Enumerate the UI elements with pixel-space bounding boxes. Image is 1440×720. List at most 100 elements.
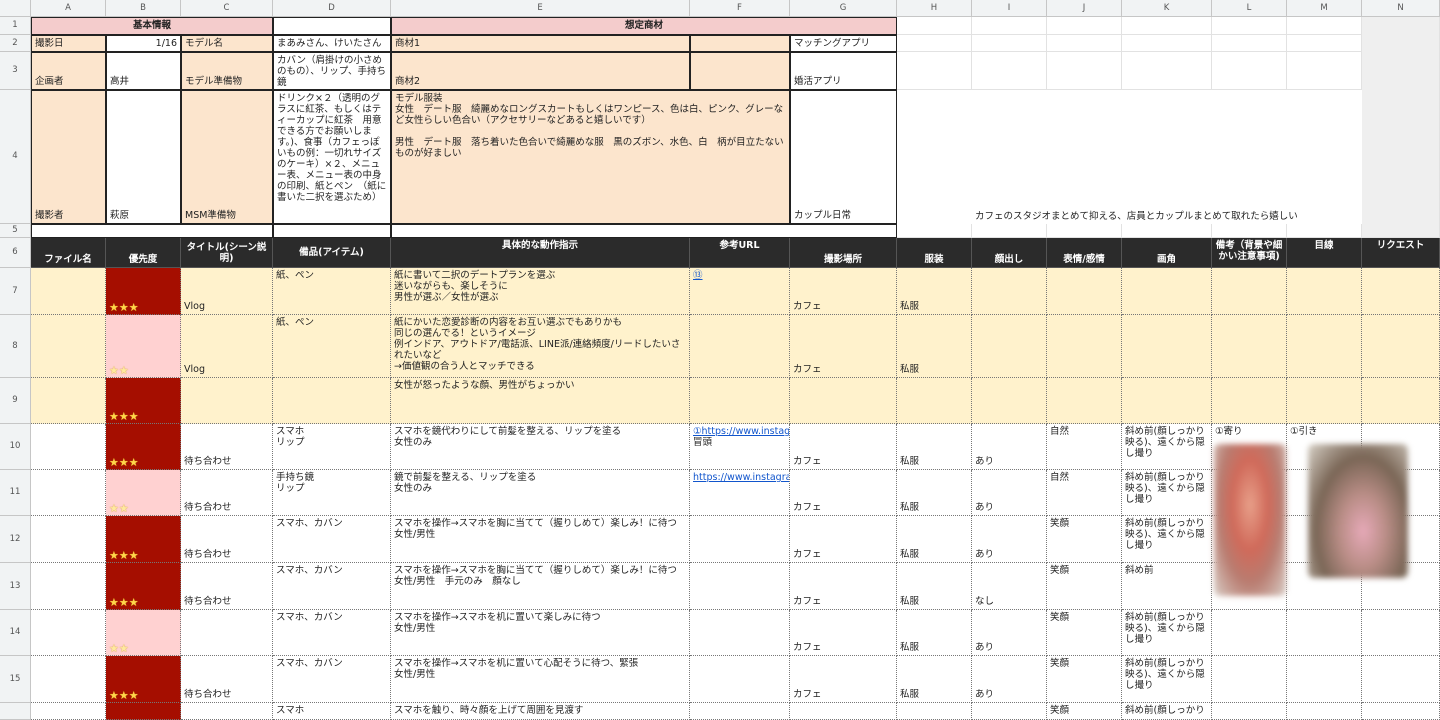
title-cell[interactable]: Vlog <box>181 315 273 378</box>
outfit-cell[interactable]: 私服 <box>897 516 972 563</box>
header-props[interactable]: 備品(アイテム) <box>273 238 391 268</box>
file-name-cell[interactable] <box>31 656 106 703</box>
file-name-cell[interactable] <box>31 315 106 378</box>
props-cell[interactable]: 紙、ペン <box>273 268 391 315</box>
row-header-13[interactable]: 13 <box>0 563 31 610</box>
column-header-n[interactable]: N <box>1362 0 1440 17</box>
angle-cell[interactable]: 斜め前(顔しっかり映る)、遠くから隠し撮り <box>1122 470 1212 516</box>
face-cell[interactable]: あり <box>972 656 1047 703</box>
ref-url-cell[interactable]: ⑬ <box>690 268 790 315</box>
row-header-5[interactable]: 5 <box>0 224 31 238</box>
product3-value[interactable]: カップル日常 <box>790 90 897 224</box>
face-cell[interactable]: あり <box>972 610 1047 656</box>
header-title[interactable]: タイトル(シーン説明) <box>181 238 273 268</box>
location-cell[interactable]: カフェ <box>790 268 897 315</box>
msm-prep-value[interactable]: ドリンク×２（透明のグラスに紅茶、もしくはティーカップに紅茶 用意できる方でお願… <box>273 90 391 224</box>
product2-value[interactable]: 婚活アプリ <box>790 52 897 90</box>
expression-cell[interactable] <box>1047 268 1122 315</box>
request-cell[interactable] <box>1362 268 1440 315</box>
row-header-12[interactable]: 12 <box>0 516 31 563</box>
face-cell[interactable] <box>972 268 1047 315</box>
column-header-d[interactable]: D <box>273 0 391 17</box>
priority-cell[interactable]: ★★★ <box>106 656 181 703</box>
action-cell[interactable]: スマホを操作→スマホを胸に当てて（握りしめて）楽しみ！に待つ 女性/男性 <box>391 516 690 563</box>
column-header-i[interactable]: I <box>972 0 1047 17</box>
ref-url-cell[interactable] <box>690 656 790 703</box>
column-header-a[interactable]: A <box>31 0 106 17</box>
note-cell[interactable]: カフェのスタジオまとめて抑える、店員とカップルまとめて取れたら嬉しい <box>897 90 1362 224</box>
header-request[interactable]: リクエスト <box>1362 238 1440 268</box>
model-name-value[interactable]: まあみさん、けいたさん <box>273 35 391 52</box>
header-priority[interactable]: 優先度 <box>106 238 181 268</box>
planner-value[interactable]: 高井 <box>106 52 181 90</box>
angle-cell[interactable] <box>1122 268 1212 315</box>
outfit-cell[interactable]: 私服 <box>897 610 972 656</box>
row-header-15[interactable]: 15 <box>0 656 31 703</box>
remarks-cell[interactable] <box>1212 703 1287 720</box>
ref-url-cell[interactable] <box>690 610 790 656</box>
angle-cell[interactable] <box>1122 315 1212 378</box>
title-cell[interactable] <box>181 703 273 720</box>
expression-cell[interactable] <box>1047 378 1122 424</box>
props-cell[interactable]: スマホ リップ <box>273 424 391 470</box>
gaze-cell[interactable] <box>1287 656 1362 703</box>
priority-cell[interactable] <box>106 703 181 720</box>
props-cell[interactable] <box>273 378 391 424</box>
props-cell[interactable]: スマホ、カバン <box>273 563 391 610</box>
remarks-cell[interactable] <box>1212 315 1287 378</box>
header-outfit[interactable]: 服装 <box>897 238 972 268</box>
location-cell[interactable]: カフェ <box>790 516 897 563</box>
outfit-cell[interactable] <box>897 703 972 720</box>
request-cell[interactable] <box>1362 315 1440 378</box>
outfit-cell[interactable]: 私服 <box>897 470 972 516</box>
action-cell[interactable]: 鏡で前髪を整える、リップを塗る 女性のみ <box>391 470 690 516</box>
title-cell[interactable]: 待ち合わせ <box>181 516 273 563</box>
row-header-3[interactable]: 3 <box>0 52 31 90</box>
header-angle[interactable]: 画角 <box>1122 238 1212 268</box>
request-cell[interactable] <box>1362 703 1440 720</box>
face-cell[interactable] <box>972 315 1047 378</box>
header-remarks[interactable]: 備考（背景や細かい注意事項) <box>1212 238 1287 268</box>
header-expression[interactable]: 表情/感情 <box>1047 238 1122 268</box>
row-header-1[interactable]: 1 <box>0 17 31 35</box>
column-header-f[interactable]: F <box>690 0 790 17</box>
face-cell[interactable]: あり <box>972 516 1047 563</box>
remarks-cell[interactable] <box>1212 656 1287 703</box>
gaze-cell[interactable] <box>1287 610 1362 656</box>
location-cell[interactable] <box>790 703 897 720</box>
location-cell[interactable] <box>790 378 897 424</box>
outfit-cell[interactable]: 私服 <box>897 424 972 470</box>
angle-cell[interactable]: 斜め前(顔しっかり映る)、遠くから隠し撮り <box>1122 656 1212 703</box>
action-cell[interactable]: スマホを鏡代わりにして前髪を整える、リップを塗る 女性のみ <box>391 424 690 470</box>
outfit-cell[interactable] <box>897 378 972 424</box>
angle-cell[interactable]: 斜め前(顔しっかり <box>1122 703 1212 720</box>
gaze-cell[interactable] <box>1287 315 1362 378</box>
gaze-cell[interactable] <box>1287 268 1362 315</box>
title-cell[interactable] <box>181 610 273 656</box>
props-cell[interactable]: スマホ <box>273 703 391 720</box>
row-header-4[interactable]: 4 <box>0 90 31 224</box>
priority-cell[interactable]: ★★★ <box>106 516 181 563</box>
request-cell[interactable] <box>1362 610 1440 656</box>
title-cell[interactable]: Vlog <box>181 268 273 315</box>
location-cell[interactable]: カフェ <box>790 470 897 516</box>
row-header-14[interactable]: 14 <box>0 610 31 656</box>
action-cell[interactable]: スマホを操作→スマホを机に置いて心配そうに待つ、緊張 女性/男性 <box>391 656 690 703</box>
outfit-cell[interactable]: 私服 <box>897 563 972 610</box>
file-name-cell[interactable] <box>31 516 106 563</box>
file-name-cell[interactable] <box>31 610 106 656</box>
location-cell[interactable]: カフェ <box>790 610 897 656</box>
file-name-cell[interactable] <box>31 563 106 610</box>
column-header-j[interactable]: J <box>1047 0 1122 17</box>
location-cell[interactable]: カフェ <box>790 315 897 378</box>
remarks-cell[interactable] <box>1212 268 1287 315</box>
file-name-cell[interactable] <box>31 703 106 720</box>
title-cell[interactable]: 待ち合わせ <box>181 424 273 470</box>
column-header-l[interactable]: L <box>1212 0 1287 17</box>
file-name-cell[interactable] <box>31 470 106 516</box>
title-cell[interactable] <box>181 378 273 424</box>
column-header-c[interactable]: C <box>181 0 273 17</box>
props-cell[interactable]: スマホ、カバン <box>273 656 391 703</box>
expression-cell[interactable] <box>1047 315 1122 378</box>
face-cell[interactable]: あり <box>972 424 1047 470</box>
